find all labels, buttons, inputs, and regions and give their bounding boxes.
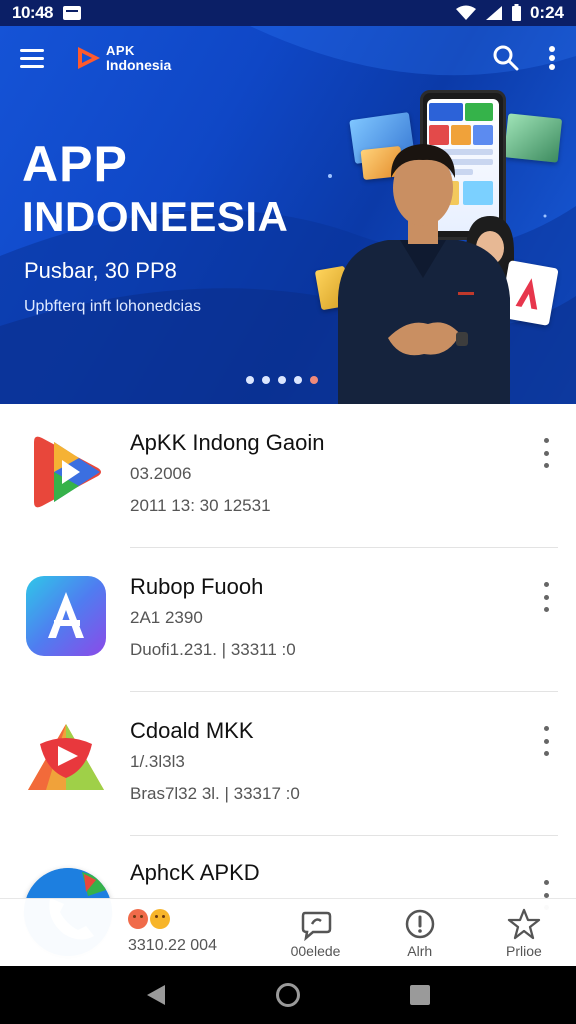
carousel-dot[interactable] [262,376,270,384]
carousel-indicator [246,376,318,384]
top-app-bar: APK Indonesia [0,26,576,90]
app-version: 03.2006 [130,464,192,483]
app-meta: 2011 13: 30 12531 [130,496,271,515]
app-icon-play [34,436,101,508]
app-name: ApKK Indong Gaoin [130,430,325,455]
brand-logo[interactable]: APK Indonesia [76,44,171,72]
chat-icon [301,911,331,941]
app-name: Rubop Fuooh [130,574,264,599]
nav-label: 3310.22 004 [128,937,217,954]
notification-icon [62,6,81,20]
wifi-icon [455,5,476,20]
hero-title-line1: APP [22,136,128,192]
app-version: 2A1 2390 [130,608,203,627]
app-meta: Bras7l32 3l. | 33317 :0 [130,784,300,803]
man-illustration [338,144,510,404]
nav-item-home[interactable]: 3310.22 004 [0,899,263,966]
hero-banner[interactable]: APK Indonesia APP INDONEESIA Pusbar, 30 … [0,26,576,404]
more-options-button[interactable] [538,438,554,468]
app-version: 1/.3l3l3 [130,752,185,771]
home-icon [276,983,300,1007]
nav-label: 00elede [290,943,341,959]
list-item[interactable]: ApKK Indong Gaoin 03.2006 2011 13: 30 12… [0,404,576,548]
nav-label: Prlioe [506,943,542,959]
info-icon [405,909,434,939]
back-button[interactable] [136,975,176,1015]
hero-subtitle: Pusbar, 30 PP8 [24,258,177,283]
carousel-dot-active[interactable] [310,376,318,384]
more-options-button[interactable] [538,582,554,612]
nav-item-chat[interactable]: 00elede [263,899,367,966]
hero-description: Upbfterq inft lohonedcias [24,298,201,315]
list-item[interactable]: Rubop Fuooh 2A1 2390 Duofi1.231. | 33311… [0,548,576,692]
emoji-icon [128,909,263,929]
home-button[interactable] [268,975,308,1015]
status-bar: 10:48 0:24 [0,0,576,26]
recents-icon [410,985,430,1005]
menu-icon-bar [20,56,44,60]
overflow-menu-icon[interactable] [548,45,556,71]
hero-title: APP INDONEESIA [22,136,288,242]
search-icon[interactable] [492,44,520,72]
status-icons: 0:24 [455,3,564,23]
nav-item-profile[interactable]: Prlioe [472,899,576,966]
nav-label: Alrh [407,943,433,959]
brand-name-top: APK [106,43,135,58]
battery-icon [511,4,521,21]
app-icon-video [28,724,104,790]
play-logo-icon [78,47,100,69]
app-meta: Duofi1.231. | 33311 :0 [130,640,296,659]
status-clock: 0:24 [529,3,564,22]
app-icon-a [26,576,106,656]
list-item[interactable]: Cdoald MKK 1/.3l3l3 Bras7l32 3l. | 33317… [0,692,576,836]
more-options-button[interactable] [538,726,554,756]
menu-icon-bar [20,64,44,68]
status-time: 10:48 [12,3,53,22]
carousel-dot[interactable] [294,376,302,384]
recents-button[interactable] [400,975,440,1015]
brand-name-bottom: Indonesia [106,57,172,73]
system-navigation-bar [0,966,576,1024]
back-icon [147,985,165,1005]
hero-title-line2: INDONEESIA [22,193,289,240]
app-name: Cdoald MKK [130,718,254,743]
star-icon [507,908,541,940]
signal-icon [485,6,502,20]
carousel-dot[interactable] [246,376,254,384]
nav-item-info[interactable]: Alrh [368,899,472,966]
app-name: AphcK APKD [130,860,260,885]
bottom-navigation: 3310.22 004 00elede Alrh Prlioe [0,898,576,966]
carousel-dot[interactable] [278,376,286,384]
menu-button[interactable] [20,43,50,73]
menu-icon-bar [20,48,44,52]
